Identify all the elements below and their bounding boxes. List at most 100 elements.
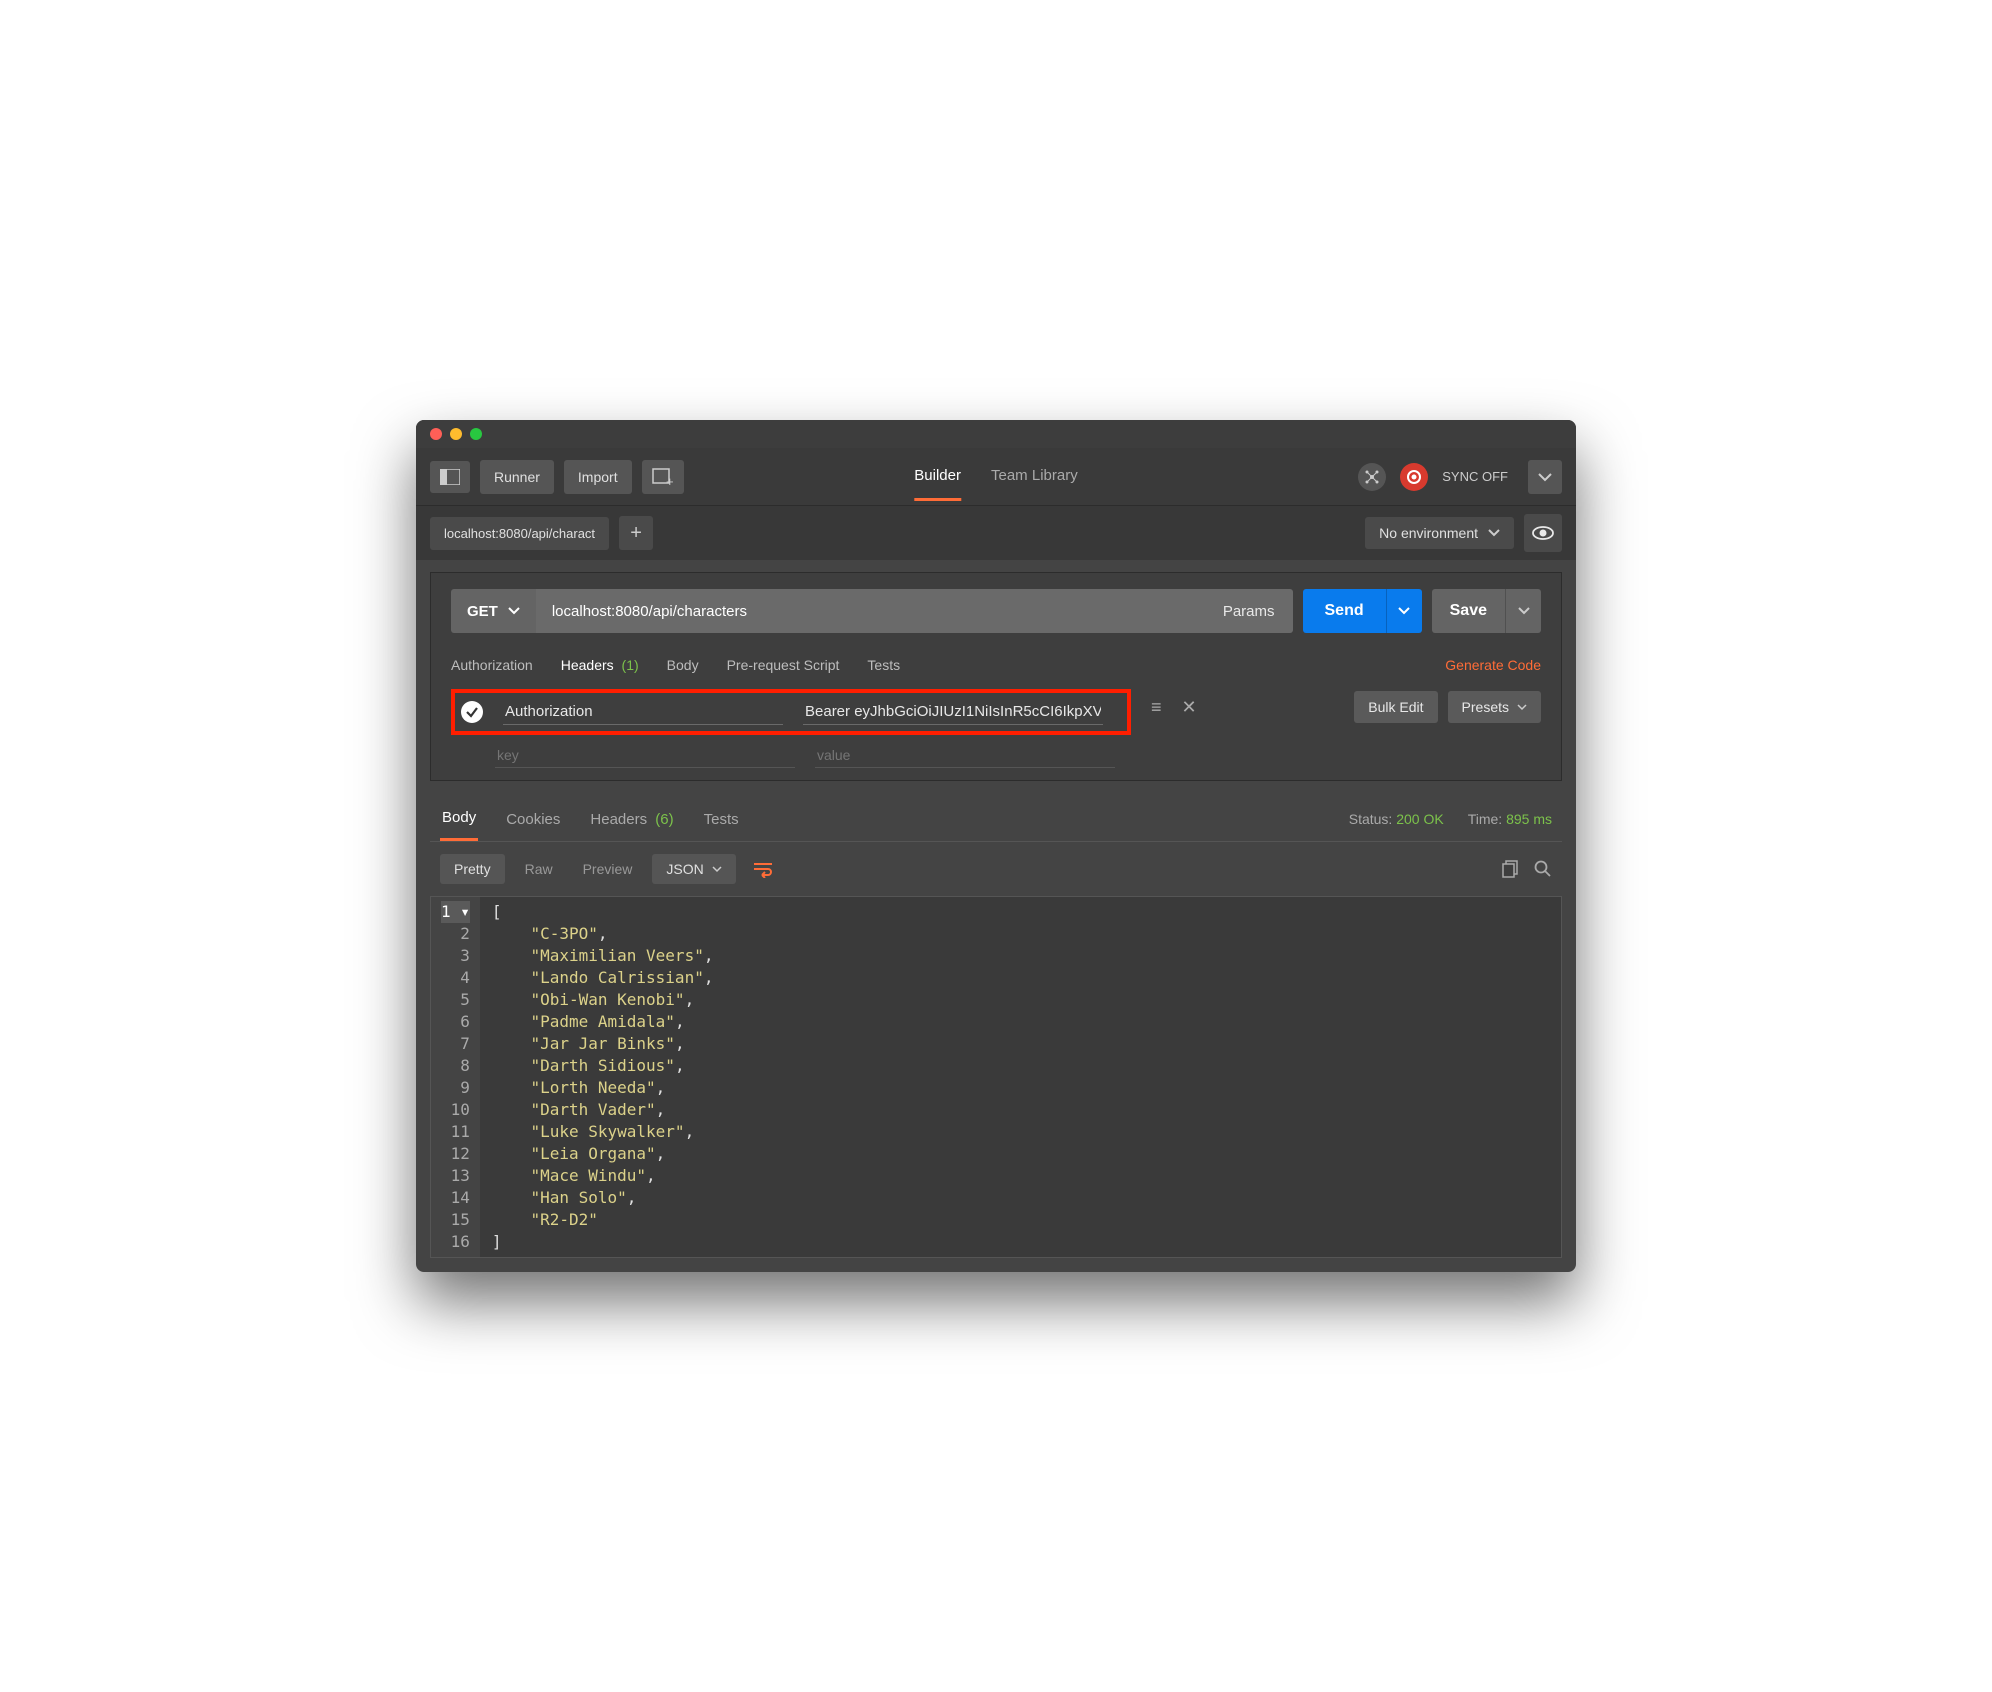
svg-text:+: + (666, 474, 674, 486)
chevron-down-icon (1517, 704, 1527, 711)
import-button[interactable]: Import (564, 460, 632, 494)
response-tab-headers-label: Headers (590, 811, 647, 828)
line-number: 7 (441, 1033, 470, 1055)
headers-actions: Bulk Edit Presets (1354, 691, 1541, 723)
url-input[interactable] (536, 589, 1205, 633)
header-key-input[interactable] (503, 699, 783, 725)
request-builder: GET Params Send Save Authorization He (430, 572, 1562, 781)
row-enabled-toggle[interactable] (461, 701, 483, 723)
line-number: 5 (441, 989, 470, 1011)
code-line: "Jar Jar Binks", (492, 1033, 1549, 1055)
response-body-editor[interactable]: 1 ▾2345678910111213141516 [ "C-3PO", "Ma… (430, 896, 1562, 1258)
status-label: Status: (1349, 811, 1393, 827)
line-number: 9 (441, 1077, 470, 1099)
http-method-select[interactable]: GET (451, 589, 536, 633)
code-content: [ "C-3PO", "Maximilian Veers", "Lando Ca… (480, 897, 1561, 1257)
environment-quicklook-button[interactable] (1524, 514, 1562, 552)
code-line: "Mace Windu", (492, 1165, 1549, 1187)
code-line: "C-3PO", (492, 923, 1549, 945)
tab-headers-label: Headers (561, 657, 614, 673)
row-actions: ≡ ✕ (1151, 697, 1197, 718)
sync-icon (1406, 469, 1422, 485)
line-number: 6 (441, 1011, 470, 1033)
maximize-window-button[interactable] (470, 428, 482, 440)
account-menu-button[interactable] (1528, 460, 1562, 494)
new-header-key-input[interactable] (495, 743, 795, 768)
chevron-down-icon (1488, 529, 1500, 537)
response-tab-tests[interactable]: Tests (702, 799, 741, 840)
copy-icon (1502, 860, 1520, 878)
bulk-edit-button[interactable]: Bulk Edit (1354, 691, 1437, 723)
response-tab-body[interactable]: Body (440, 797, 478, 841)
tab-tests[interactable]: Tests (867, 651, 900, 679)
response-tab-headers[interactable]: Headers (6) (588, 799, 675, 840)
minimize-window-button[interactable] (450, 428, 462, 440)
code-line: "Han Solo", (492, 1187, 1549, 1209)
line-number: 14 (441, 1187, 470, 1209)
check-icon (465, 705, 479, 719)
sync-status-label: SYNC OFF (1442, 469, 1508, 484)
response-tab-headers-count: (6) (655, 811, 673, 828)
line-wrap-button[interactable] (752, 860, 774, 878)
tab-prerequest[interactable]: Pre-request Script (727, 651, 840, 679)
tab-authorization[interactable]: Authorization (451, 651, 533, 679)
toggle-sidebar-button[interactable] (430, 461, 470, 493)
save-options-button[interactable] (1505, 589, 1541, 633)
new-header-row (451, 743, 1541, 768)
time-label: Time: (1468, 811, 1502, 827)
code-line: "R2-D2" (492, 1209, 1549, 1231)
line-number: 16 (441, 1231, 470, 1253)
sync-button[interactable] (1400, 463, 1428, 491)
chevron-down-icon (1518, 607, 1530, 615)
tab-body[interactable]: Body (667, 651, 699, 679)
copy-response-button[interactable] (1502, 860, 1520, 878)
satellite-icon (1364, 469, 1380, 485)
send-button[interactable]: Send (1303, 589, 1386, 633)
line-number: 4 (441, 967, 470, 989)
close-window-button[interactable] (430, 428, 442, 440)
line-number: 15 (441, 1209, 470, 1231)
new-header-value-input[interactable] (815, 743, 1115, 768)
tab-headers[interactable]: Headers (1) (561, 651, 639, 679)
drag-handle-icon[interactable]: ≡ (1151, 697, 1162, 718)
time-value: 895 ms (1506, 811, 1552, 827)
send-options-button[interactable] (1386, 589, 1422, 633)
new-window-icon: + (652, 468, 674, 486)
builder-tab[interactable]: Builder (914, 453, 961, 501)
team-library-tab[interactable]: Team Library (991, 453, 1078, 501)
search-response-button[interactable] (1534, 860, 1552, 878)
presets-label: Presets (1462, 699, 1509, 715)
request-section-tabs: Authorization Headers (1) Body Pre-reque… (451, 651, 1541, 679)
request-tab[interactable]: localhost:8080/api/charact (430, 517, 609, 550)
save-button[interactable]: Save (1432, 589, 1505, 633)
main-toolbar: Runner Import + Builder Team Library SYN… (416, 448, 1576, 506)
runner-button[interactable]: Runner (480, 460, 554, 494)
response-tab-cookies[interactable]: Cookies (504, 799, 562, 840)
center-tabs: Builder Team Library (914, 453, 1077, 501)
line-number: 1 ▾ (441, 901, 470, 923)
delete-row-button[interactable]: ✕ (1182, 697, 1197, 718)
environment-selector[interactable]: No environment (1365, 517, 1514, 549)
format-select[interactable]: JSON (652, 854, 735, 884)
code-line: "Leia Organa", (492, 1143, 1549, 1165)
code-line: "Luke Skywalker", (492, 1121, 1549, 1143)
view-raw-button[interactable]: Raw (515, 854, 563, 884)
headers-editor: ≡ ✕ Bulk Edit Presets (451, 689, 1541, 768)
generate-code-link[interactable]: Generate Code (1445, 657, 1541, 673)
search-icon (1534, 860, 1552, 878)
line-number: 3 (441, 945, 470, 967)
params-button[interactable]: Params (1205, 589, 1293, 633)
line-number: 8 (441, 1055, 470, 1077)
chevron-down-icon (712, 866, 722, 873)
status-value: 200 OK (1396, 811, 1443, 827)
view-pretty-button[interactable]: Pretty (440, 854, 505, 884)
chevron-down-icon (1538, 472, 1552, 482)
interceptor-button[interactable] (1358, 463, 1386, 491)
line-number: 11 (441, 1121, 470, 1143)
new-tab-button[interactable]: + (619, 516, 653, 550)
eye-icon (1532, 526, 1554, 540)
new-window-button[interactable]: + (642, 460, 684, 494)
view-preview-button[interactable]: Preview (573, 854, 643, 884)
header-value-input[interactable] (803, 699, 1103, 725)
presets-button[interactable]: Presets (1448, 691, 1541, 723)
